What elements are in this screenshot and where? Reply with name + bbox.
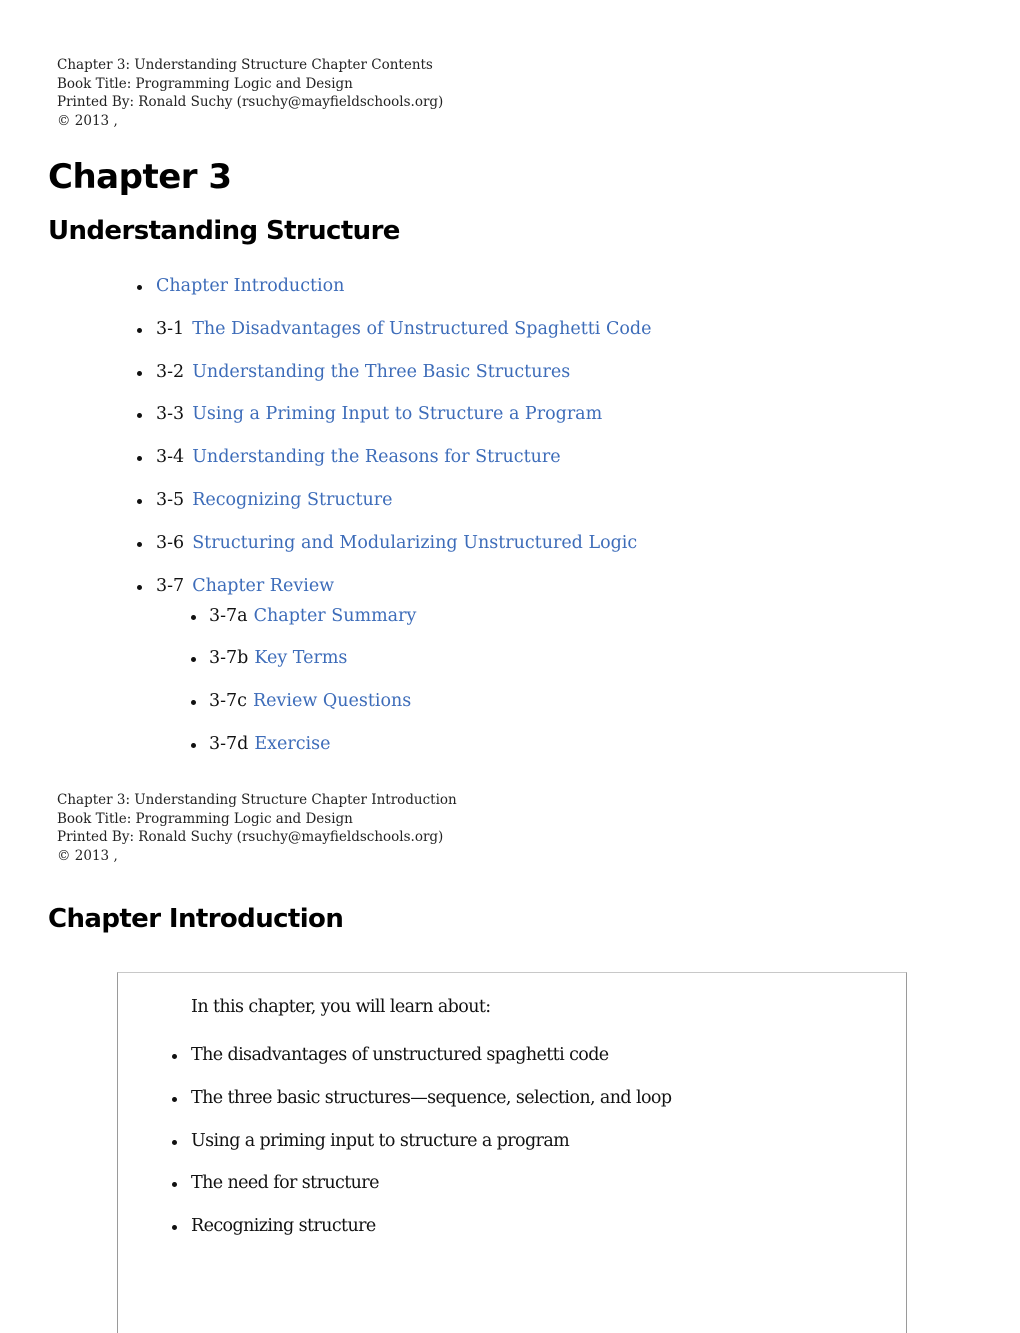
print-header-chapter: Chapter 3: Understanding Structure Chapt…	[57, 792, 457, 808]
objective-item: Using a priming input to structure a pro…	[171, 1129, 671, 1153]
toc-link[interactable]: Using a Priming Input to Structure a Pro…	[192, 404, 602, 424]
toc-link[interactable]: The Disadvantages of Unstructured Spaghe…	[192, 319, 651, 339]
toc-item-number: 3-7	[156, 575, 185, 596]
print-header-copyright: © 2013 ,	[57, 848, 118, 865]
toc-link[interactable]: Understanding the Reasons for Structure	[192, 447, 560, 467]
objective-item: Recognizing structure	[171, 1214, 671, 1238]
print-header-contents: Chapter 3: Understanding Structure Chapt…	[57, 56, 443, 131]
toc-subitem-number: 3-7c	[209, 691, 247, 712]
toc-subitem-number: 3-7b	[209, 648, 249, 669]
toc-item: 3-3 Using a Priming Input to Structure a …	[136, 402, 651, 426]
toc-subitem: 3-7b Key Terms	[190, 646, 651, 670]
toc-subitem: 3-7c Review Questions	[190, 689, 651, 713]
toc-item: 3-7 Chapter Review 3-7a Chapter Summary 3-…	[136, 574, 651, 756]
objective-item: The disadvantages of unstructured spaghe…	[171, 1043, 671, 1067]
toc-item: 3-4 Understanding the Reasons for Structu…	[136, 445, 651, 469]
toc-item-number: 3-5	[156, 489, 185, 510]
toc-sublink[interactable]: Chapter Summary	[254, 606, 417, 626]
toc-link-chapter-review[interactable]: Chapter Review	[192, 576, 334, 596]
toc-sublink[interactable]: Key Terms	[254, 648, 347, 668]
toc-sublist: 3-7a Chapter Summary 3-7b Key Terms 3-7c Re…	[190, 604, 651, 756]
toc-link[interactable]: Structuring and Modularizing Unstructure…	[192, 533, 637, 553]
objectives-intro: In this chapter, you will learn about:	[191, 997, 491, 1017]
print-header-book-title: Book Title: Programming Logic and Design	[57, 75, 353, 92]
toc-subitem-number: 3-7a	[209, 605, 248, 626]
section-title: Chapter Introduction	[48, 904, 344, 934]
objective-item: The three basic structures—sequence, sel…	[171, 1086, 672, 1110]
toc-link-chapter-introduction[interactable]: Chapter Introduction	[156, 276, 344, 296]
print-header-printed-by: Printed By: Ronald Suchy (rsuchy@mayfiel…	[57, 829, 444, 846]
table-of-contents: Chapter Introduction 3-1 The Disadvantage…	[136, 274, 651, 756]
toc-item-number: 3-2	[156, 361, 185, 382]
print-header-introduction: Chapter 3: Understanding Structure Chapt…	[57, 791, 457, 866]
toc-item-number: 3-4	[156, 447, 185, 468]
toc-link[interactable]: Recognizing Structure	[192, 490, 392, 510]
toc-item-number: 3-3	[156, 404, 185, 425]
objective-item: The need for structure	[171, 1171, 671, 1195]
chapter-title: Chapter 3	[48, 157, 232, 197]
toc-subitem-number: 3-7d	[209, 733, 249, 754]
toc-item: 3-6 Structuring and Modularizing Unstruct…	[136, 531, 651, 555]
toc-link[interactable]: Understanding the Three Basic Structures	[192, 362, 570, 382]
toc-item-number: 3-6	[156, 532, 185, 553]
toc-sublink[interactable]: Exercise	[254, 734, 330, 754]
print-header-copyright: © 2013 ,	[57, 113, 118, 130]
toc-subitem: 3-7d Exercise	[190, 732, 651, 756]
print-header-chapter: Chapter 3: Understanding Structure Chapt…	[57, 57, 433, 73]
objectives-list: The disadvantages of unstructured spaghe…	[171, 1043, 672, 1257]
toc-subitem: 3-7a Chapter Summary	[190, 604, 651, 628]
toc-item: 3-2 Understanding the Three Basic Structu…	[136, 360, 651, 384]
chapter-subtitle: Understanding Structure	[48, 216, 400, 246]
toc-sublink[interactable]: Review Questions	[253, 691, 411, 711]
toc-item: Chapter Introduction	[136, 274, 651, 298]
learning-objectives-box: In this chapter, you will learn about: T…	[117, 972, 907, 1333]
print-header-book-title: Book Title: Programming Logic and Design	[57, 810, 353, 827]
toc-item-number: 3-1	[156, 318, 185, 339]
toc-item: 3-5 Recognizing Structure	[136, 488, 651, 512]
toc-item: 3-1 The Disadvantages of Unstructured Spa…	[136, 317, 651, 341]
print-header-printed-by: Printed By: Ronald Suchy (rsuchy@mayfiel…	[57, 94, 444, 111]
